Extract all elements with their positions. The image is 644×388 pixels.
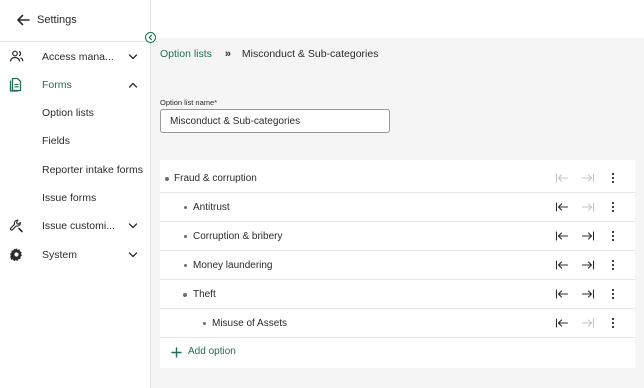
sidebar-subitem-reporter-intake-forms[interactable]: Reporter intake forms bbox=[0, 156, 150, 184]
settings-sidebar: Settings Access mana... Forms Option lis… bbox=[0, 0, 151, 388]
more-vertical-icon[interactable] bbox=[609, 201, 617, 213]
gear-icon bbox=[10, 248, 22, 262]
chevron-down-icon bbox=[128, 54, 138, 60]
sidebar-item-access-management[interactable]: Access mana... bbox=[0, 43, 150, 71]
breadcrumb-link-option-lists[interactable]: Option lists bbox=[160, 48, 212, 60]
add-option-label: Add option bbox=[188, 346, 236, 357]
outdent-icon[interactable] bbox=[555, 230, 569, 242]
sidebar-title: Settings bbox=[37, 14, 77, 26]
sidebar-item-label: Access mana... bbox=[42, 51, 114, 63]
sidebar-item-system[interactable]: System bbox=[0, 241, 150, 269]
option-row: Misuse of Assets bbox=[160, 309, 635, 338]
more-vertical-icon[interactable] bbox=[609, 259, 617, 271]
plus-icon bbox=[171, 347, 182, 358]
option-label[interactable]: Money laundering bbox=[193, 260, 273, 271]
option-row: Corruption & bribery bbox=[160, 222, 635, 251]
outdent-icon[interactable] bbox=[555, 259, 569, 271]
users-icon bbox=[9, 50, 24, 62]
breadcrumb-separator: » bbox=[224, 48, 231, 60]
option-row: Theft bbox=[160, 280, 635, 309]
bullet-icon bbox=[183, 293, 187, 297]
sidebar-item-label: System bbox=[42, 249, 78, 261]
sidebar-subitem-issue-forms[interactable]: Issue forms bbox=[0, 184, 150, 212]
option-label[interactable]: Fraud & corruption bbox=[174, 173, 257, 184]
more-vertical-icon[interactable] bbox=[609, 172, 617, 184]
chevron-down-icon bbox=[128, 223, 138, 229]
option-list-name-input[interactable] bbox=[160, 109, 390, 133]
outdent-icon[interactable] bbox=[555, 317, 569, 329]
sidebar-subitem-label: Issue forms bbox=[42, 192, 97, 204]
bullet-icon bbox=[184, 206, 187, 209]
sidebar-item-issue-customization[interactable]: Issue customi... bbox=[0, 212, 150, 240]
option-label[interactable]: Corruption & bribery bbox=[193, 231, 282, 242]
sidebar-item-forms[interactable]: Forms bbox=[0, 71, 150, 99]
bullet-icon bbox=[184, 264, 187, 267]
more-vertical-icon[interactable] bbox=[609, 230, 617, 242]
option-row: Antitrust bbox=[160, 193, 635, 222]
top-bar bbox=[151, 0, 644, 38]
sidebar-header: Settings bbox=[0, 0, 150, 42]
sidebar-item-label: Issue customi... bbox=[42, 220, 115, 232]
outdent-icon[interactable] bbox=[555, 201, 569, 213]
bullet-icon bbox=[203, 322, 206, 325]
indent-icon[interactable] bbox=[581, 288, 595, 300]
indent-icon[interactable] bbox=[581, 317, 595, 329]
more-vertical-icon[interactable] bbox=[609, 288, 617, 300]
option-label[interactable]: Misuse of Assets bbox=[212, 318, 287, 329]
option-list-name-label: Option list name* bbox=[160, 98, 218, 107]
sidebar-item-label: Forms bbox=[42, 79, 72, 91]
option-list-panel: Fraud & corruption Antitrust Corruption … bbox=[160, 160, 635, 368]
chevron-left-icon bbox=[148, 34, 153, 41]
sidebar-subitem-option-lists[interactable]: Option lists bbox=[0, 99, 150, 127]
collapse-sidebar-button[interactable] bbox=[145, 32, 156, 43]
option-row: Fraud & corruption bbox=[160, 164, 635, 193]
indent-icon[interactable] bbox=[581, 230, 595, 242]
chevron-down-icon bbox=[128, 252, 138, 258]
more-vertical-icon[interactable] bbox=[609, 317, 617, 329]
wrench-icon bbox=[9, 219, 23, 233]
breadcrumb: Option lists » Misconduct & Sub-categori… bbox=[160, 48, 378, 60]
option-row: Money laundering bbox=[160, 251, 635, 280]
option-label[interactable]: Antitrust bbox=[193, 202, 230, 213]
breadcrumb-current: Misconduct & Sub-categories bbox=[241, 48, 379, 60]
arrow-left-icon[interactable] bbox=[14, 11, 32, 29]
chevron-up-icon bbox=[128, 82, 138, 88]
sidebar-subitem-fields[interactable]: Fields bbox=[0, 127, 150, 155]
document-icon bbox=[9, 77, 22, 92]
indent-icon[interactable] bbox=[581, 259, 595, 271]
sidebar-subitem-label: Option lists bbox=[42, 107, 94, 119]
bullet-icon bbox=[184, 235, 187, 238]
outdent-icon[interactable] bbox=[555, 288, 569, 300]
indent-icon[interactable] bbox=[581, 201, 595, 213]
bullet-icon bbox=[165, 177, 169, 181]
option-label[interactable]: Theft bbox=[193, 289, 216, 300]
main-content: Option lists » Misconduct & Sub-categori… bbox=[151, 0, 644, 388]
indent-icon[interactable] bbox=[581, 172, 595, 184]
outdent-icon[interactable] bbox=[555, 172, 569, 184]
sidebar-subitem-label: Fields bbox=[42, 135, 71, 147]
sidebar-subitem-label: Reporter intake forms bbox=[42, 164, 143, 176]
